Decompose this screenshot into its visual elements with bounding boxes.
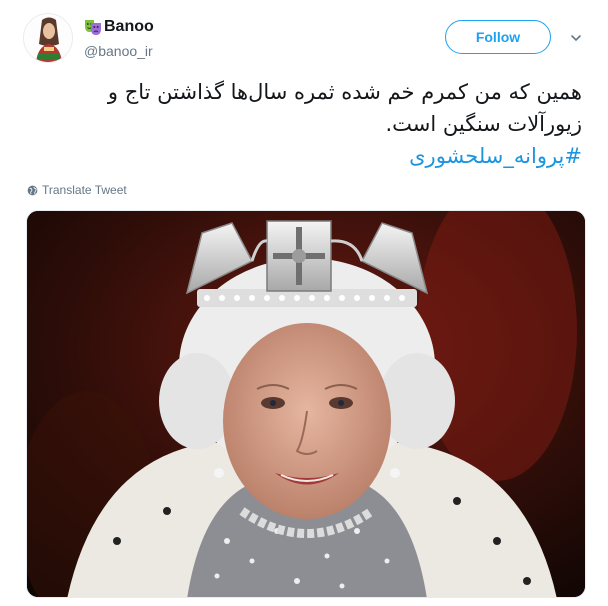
chevron-down-icon[interactable]: [570, 31, 582, 43]
tweet-text: همین که من کمرم خم شده ثمره سال‌ها گذاشت…: [26, 76, 582, 172]
tweet-photo[interactable]: [26, 210, 586, 598]
translate-tweet-link[interactable]: Translate Tweet: [27, 183, 127, 197]
translate-tweet-label[interactable]: Translate Tweet: [42, 183, 127, 197]
tweet-text-line-2: زیورآلات سنگین است.: [385, 112, 583, 136]
theater-mask-icon: [84, 18, 102, 36]
tweet-text-line-1: همین که من کمرم خم شده ثمره سال‌ها گذاشت…: [107, 80, 582, 104]
queen-photo-image: [27, 211, 585, 597]
user-handle[interactable]: @banoo_ir: [84, 43, 154, 59]
woman-avatar-icon: [24, 14, 72, 62]
avatar[interactable]: [23, 13, 73, 63]
name-row[interactable]: Banoo: [84, 16, 154, 38]
globe-icon: [27, 185, 38, 195]
tweet-card: Banoo @banoo_ir Follow همین که من کمرم خ…: [0, 0, 608, 606]
follow-button[interactable]: Follow: [445, 20, 551, 54]
user-info: Banoo @banoo_ir: [84, 16, 154, 59]
display-name[interactable]: Banoo: [104, 18, 154, 36]
hashtag-link[interactable]: #پروانه_سلحشوری: [26, 140, 582, 172]
